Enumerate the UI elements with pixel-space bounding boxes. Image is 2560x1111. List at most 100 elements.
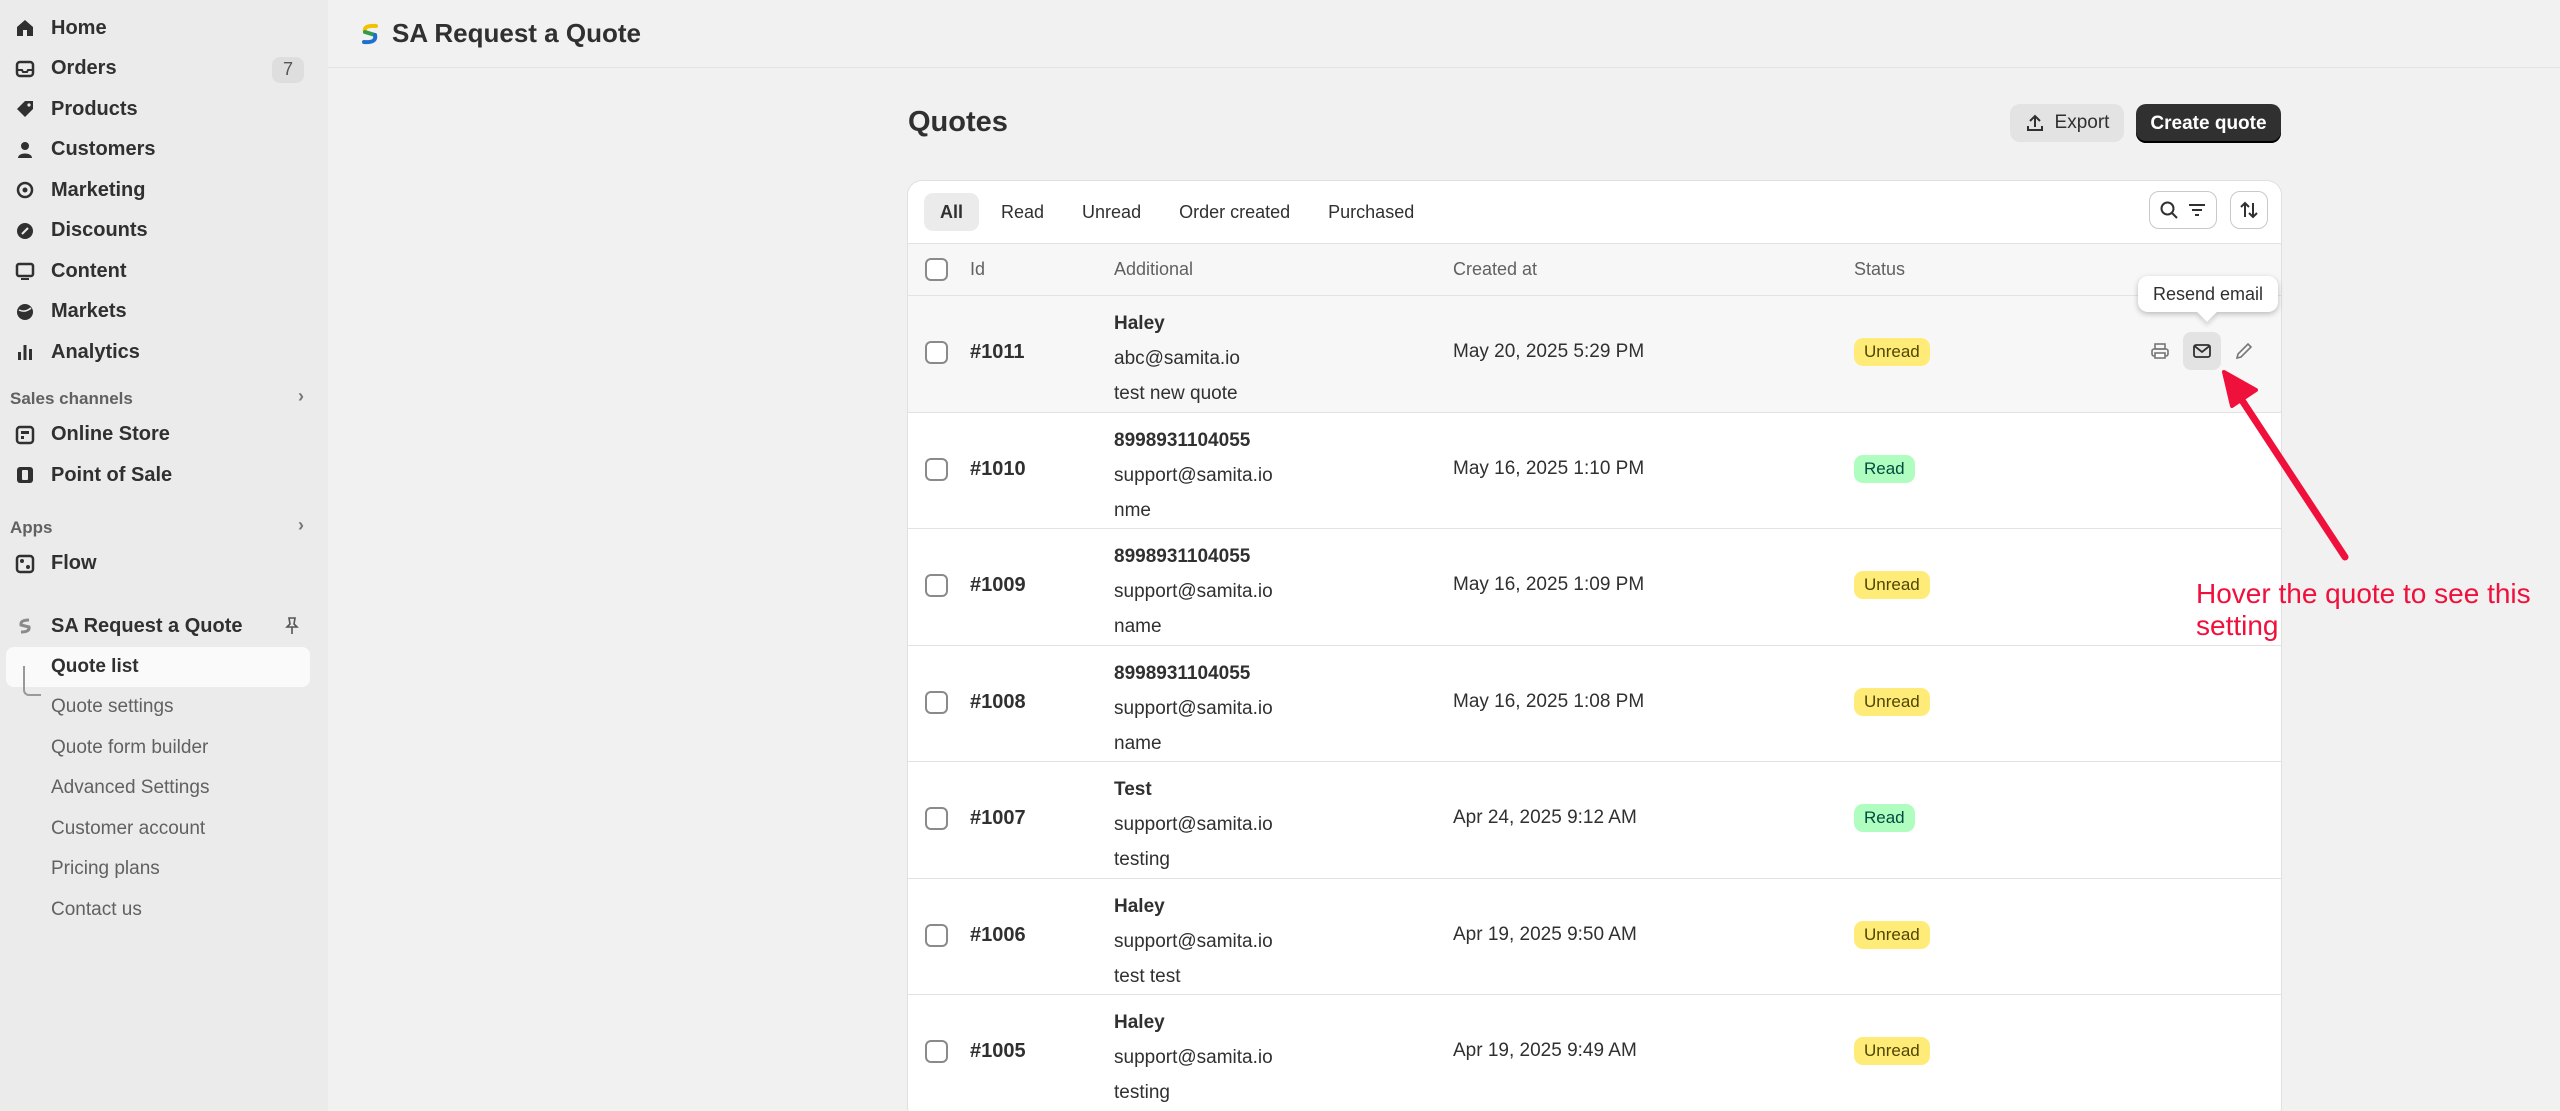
sidebar-item-online-store[interactable]: Online Store: [0, 415, 328, 456]
quote-id[interactable]: #1006: [970, 924, 1026, 947]
sidebar-subitem-quote-form-builder[interactable]: Quote form builder: [0, 728, 328, 769]
annotation-arrow: [2222, 370, 2349, 561]
sidebar-subitem-customer-account[interactable]: Customer account: [0, 809, 328, 850]
customer-name: Haley: [1114, 895, 1165, 917]
inbox-icon: [14, 58, 36, 80]
sidebar-item-sa-request-a-quote[interactable]: SA Request a Quote: [0, 606, 328, 647]
quote-id[interactable]: #1008: [970, 691, 1026, 714]
sidebar-item-label: Markets: [51, 300, 127, 323]
quote-note: nme: [1114, 499, 1151, 521]
target-icon: [14, 179, 36, 201]
quote-id[interactable]: #1011: [970, 341, 1025, 364]
sidebar-item-customers[interactable]: Customers: [0, 130, 328, 171]
customer-name: Haley: [1114, 313, 1165, 334]
sidebar-subitem-advanced-settings[interactable]: Advanced Settings: [0, 768, 328, 809]
create-quote-button[interactable]: Create quote: [2136, 104, 2281, 143]
table-row[interactable]: #1007 Test support@samita.io testing Apr…: [908, 762, 2281, 879]
export-button[interactable]: Export: [2010, 104, 2124, 142]
sidebar-item-label: Home: [51, 16, 107, 39]
print-button[interactable]: [2141, 332, 2179, 370]
sidebar-subitem-pricing-plans[interactable]: Pricing plans: [0, 849, 328, 890]
upload-icon: [2026, 114, 2043, 131]
table-row[interactable]: #1008 8998931104055 support@samita.io na…: [908, 645, 2281, 762]
quote-id[interactable]: #1009: [970, 574, 1026, 597]
sidebar-item-label: Online Store: [51, 423, 170, 446]
sidebar-item-home[interactable]: Home: [0, 8, 328, 49]
sidebar-item-orders[interactable]: Orders 7: [0, 49, 328, 90]
sidebar-subitem-quote-settings[interactable]: Quote settings: [0, 687, 328, 728]
row-checkbox[interactable]: [925, 341, 948, 364]
discount-icon: [14, 220, 36, 242]
sidebar-item-flow[interactable]: Flow: [0, 544, 328, 585]
status-badge: Unread: [1854, 687, 1930, 716]
quote-id[interactable]: #1005: [970, 1040, 1026, 1063]
app-title: SA Request a Quote: [392, 18, 641, 48]
created-at: May 16, 2025 1:10 PM: [1453, 457, 1645, 479]
table-row[interactable]: #1011 Haley abc@samita.io test new quote…: [908, 296, 2281, 413]
tab-read[interactable]: Read: [985, 193, 1060, 231]
sidebar-item-products[interactable]: Products: [0, 89, 328, 130]
created-at: Apr 24, 2025 9:12 AM: [1453, 807, 1637, 828]
select-all-checkbox[interactable]: [925, 258, 948, 281]
column-header-additional: Additional: [1114, 259, 1194, 279]
sidebar-item-analytics[interactable]: Analytics: [0, 332, 328, 373]
tab-order-created[interactable]: Order created: [1163, 193, 1306, 231]
sidebar-item-discounts[interactable]: Discounts: [0, 211, 328, 252]
sidebar-item-label: Discounts: [51, 219, 148, 242]
customer-email: support@samita.io: [1114, 697, 1273, 719]
customer-name: Test: [1114, 779, 1152, 800]
sidebar-item-label: Point of Sale: [51, 463, 173, 486]
quote-id[interactable]: #1007: [970, 807, 1026, 830]
row-checkbox[interactable]: [925, 690, 948, 714]
table-row[interactable]: #1010 8998931104055 support@samita.io nm…: [908, 412, 2281, 529]
tab-unread[interactable]: Unread: [1066, 193, 1157, 231]
quote-note: testing: [1114, 1082, 1170, 1103]
pos-icon: [14, 464, 36, 486]
tab-all[interactable]: All: [924, 193, 980, 231]
sort-icon: [2240, 201, 2258, 219]
sidebar-item-point-of-sale[interactable]: Point of Sale: [0, 455, 328, 496]
column-header-status: Status: [1854, 259, 1906, 279]
status-badge: Unread: [1854, 1037, 1930, 1065]
tab-purchased[interactable]: Purchased: [1312, 193, 1430, 231]
apps-heading[interactable]: Apps ›: [0, 502, 328, 544]
column-header-created-at[interactable]: Created at: [1453, 259, 1537, 280]
customer-email: support@samita.io: [1114, 1047, 1273, 1068]
customer-email: support@samita.io: [1114, 814, 1273, 835]
table-row[interactable]: #1005 Haley support@samita.io testing Ap…: [908, 995, 2281, 1111]
created-at: May 20, 2025 5:29 PM: [1453, 341, 1645, 362]
row-checkbox[interactable]: [925, 574, 948, 597]
quote-additional: Haley support@samita.io test test: [1114, 889, 1273, 994]
sidebar-subitem-contact-us[interactable]: Contact us: [0, 890, 328, 931]
quote-note: test new quote: [1114, 383, 1238, 404]
sidebar-item-markets[interactable]: Markets: [0, 292, 328, 333]
pin-icon[interactable]: [282, 616, 302, 636]
row-checkbox[interactable]: [925, 923, 948, 947]
quote-id[interactable]: #1010: [970, 458, 1026, 481]
row-checkbox[interactable]: [925, 807, 948, 830]
sort-button[interactable]: [2230, 191, 2268, 229]
customer-name: Haley: [1114, 1012, 1165, 1033]
table-header: Id Additional Created at Status: [908, 243, 2281, 296]
search-filter-button[interactable]: [2149, 191, 2217, 229]
sidebar-item-content[interactable]: Content: [0, 251, 328, 292]
created-at: May 16, 2025 1:09 PM: [1453, 574, 1645, 595]
sidebar-item-label: Orders: [51, 57, 117, 80]
row-checkbox[interactable]: [925, 457, 948, 481]
sidebar-item-label: Flow: [51, 552, 97, 575]
quotes-table-card: All Read Unread Order created Purchased …: [908, 181, 2281, 1111]
sidebar-item-label: Marketing: [51, 178, 146, 201]
print-icon: [2151, 343, 2169, 359]
sidebar-item-label: Analytics: [51, 340, 140, 363]
sidebar-item-marketing[interactable]: Marketing: [0, 170, 328, 211]
sales-channels-heading[interactable]: Sales channels ›: [0, 373, 328, 415]
quote-additional: Haley support@samita.io testing: [1114, 1005, 1273, 1110]
column-header-id[interactable]: Id: [970, 259, 985, 280]
quote-additional: 8998931104055 support@samita.io nme: [1114, 423, 1273, 528]
row-checkbox[interactable]: [925, 1040, 948, 1063]
tree-connector: [23, 666, 41, 696]
table-row[interactable]: #1006 Haley support@samita.io test test …: [908, 878, 2281, 995]
table-row[interactable]: #1009 8998931104055 support@samita.io na…: [908, 529, 2281, 646]
sidebar-subitem-quote-list[interactable]: Quote list: [6, 646, 310, 687]
search-icon: [2160, 201, 2178, 219]
